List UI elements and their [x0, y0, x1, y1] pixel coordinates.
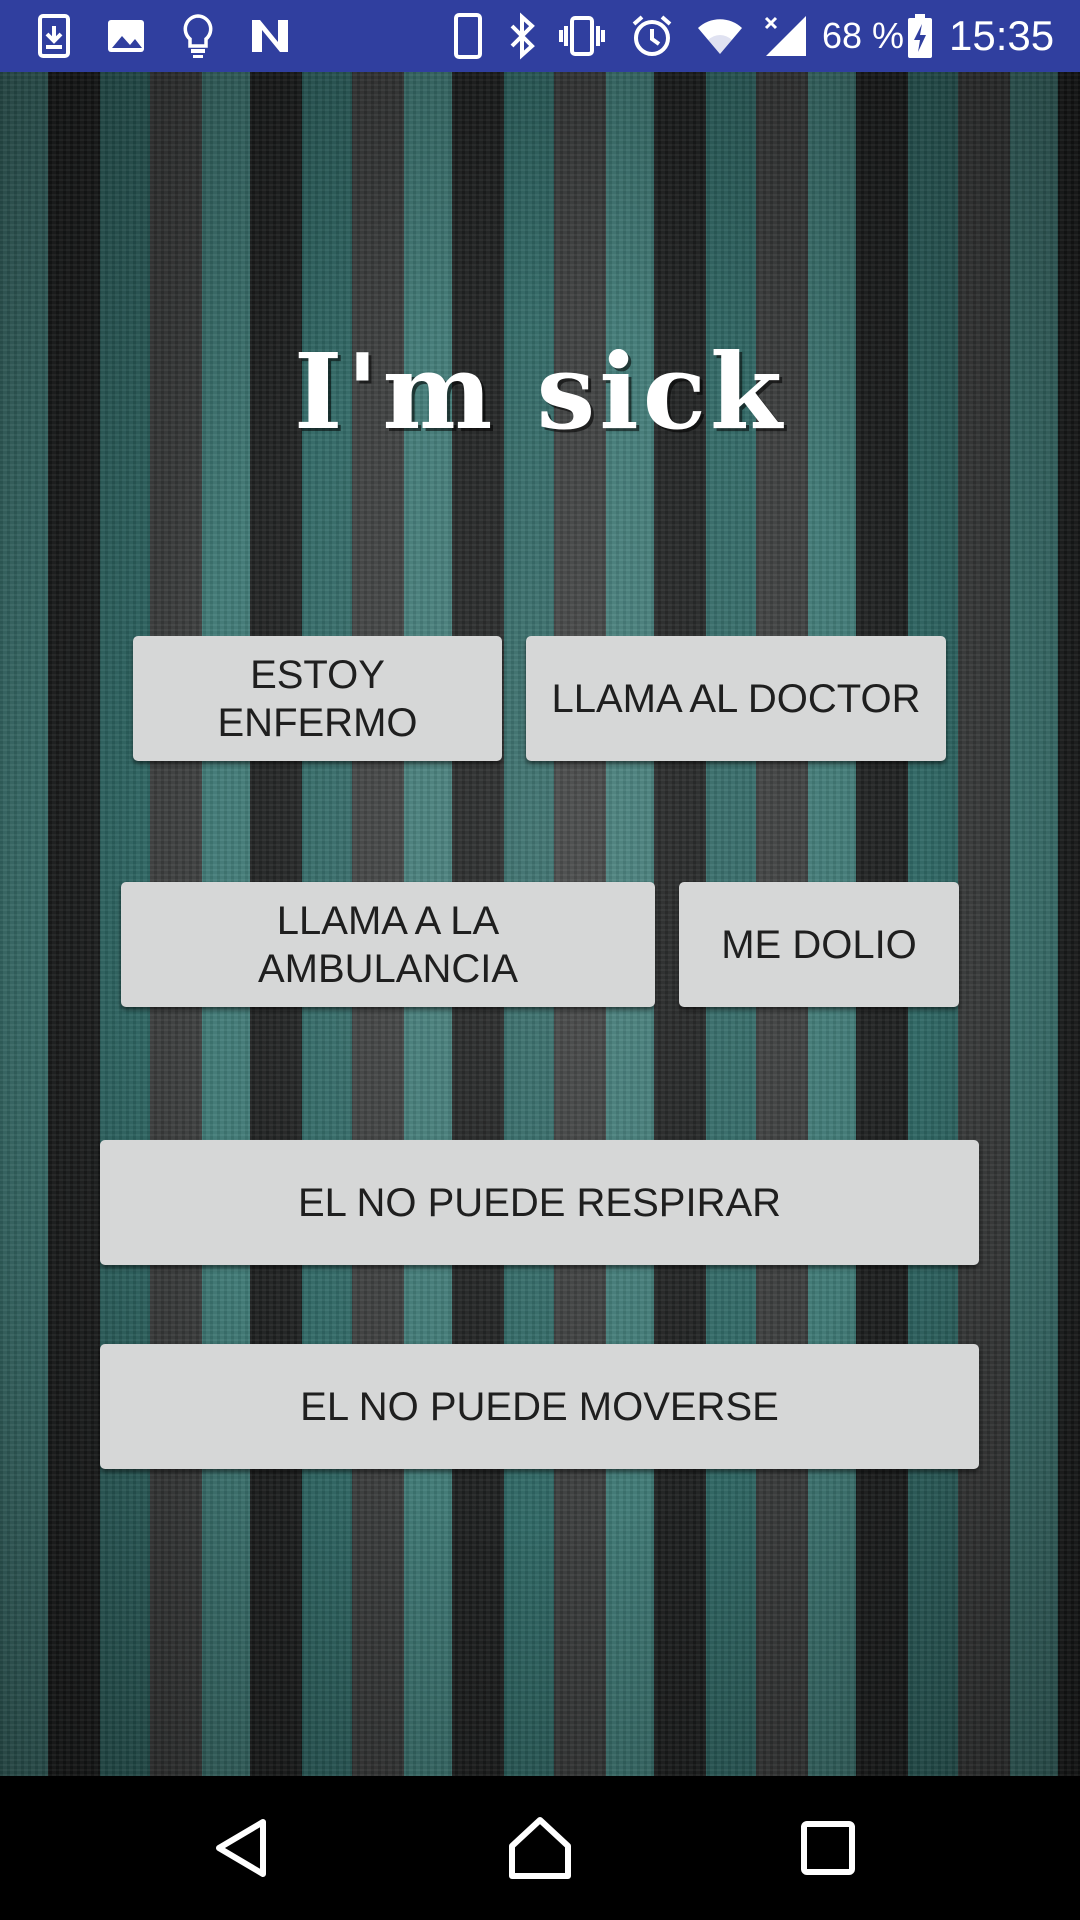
battery-percent: 68 %	[822, 15, 905, 56]
back-icon[interactable]	[205, 1812, 277, 1884]
page-title: I'm sick	[293, 330, 787, 453]
download-icon	[30, 12, 78, 60]
el-no-puede-respirar-button[interactable]: EL NO PUEDE RESPIRAR	[100, 1140, 979, 1265]
alarm-icon	[628, 12, 676, 60]
phone-icon	[444, 12, 492, 60]
status-bar: 68 % 15:35	[0, 0, 1080, 72]
llama-al-doctor-button[interactable]: LLAMA AL DOCTOR	[526, 636, 946, 761]
recents-icon[interactable]	[792, 1812, 864, 1884]
button-label-line: ESTOY	[250, 652, 385, 697]
button-label-line: LLAMA A LA	[276, 898, 500, 943]
navigation-bar	[0, 1776, 1080, 1920]
home-icon[interactable]	[504, 1812, 576, 1884]
battery-charging-icon	[904, 12, 936, 60]
bluetooth-icon	[498, 12, 546, 60]
me-dolio-button[interactable]: ME DOLIO	[679, 882, 959, 1007]
button-label-line: ENFERMO	[217, 700, 418, 745]
image-icon	[102, 12, 150, 60]
llama-a-la-ambulancia-button[interactable]: LLAMA A LA AMBULANCIA	[121, 882, 655, 1007]
n-app-icon	[246, 12, 294, 60]
wifi-icon	[696, 12, 744, 60]
clock: 15:35	[949, 12, 1055, 59]
signal-icon	[762, 12, 810, 60]
vibrate-icon	[558, 12, 606, 60]
lightbulb-icon	[174, 12, 222, 60]
el-no-puede-moverse-button[interactable]: EL NO PUEDE MOVERSE	[100, 1344, 979, 1469]
button-label-line: AMBULANCIA	[257, 946, 519, 991]
main-screen: I'm sick ESTOY ENFERMO LLAMA AL DOCTOR L…	[0, 72, 1080, 1776]
estoy-enfermo-button[interactable]: ESTOY ENFERMO	[133, 636, 502, 761]
